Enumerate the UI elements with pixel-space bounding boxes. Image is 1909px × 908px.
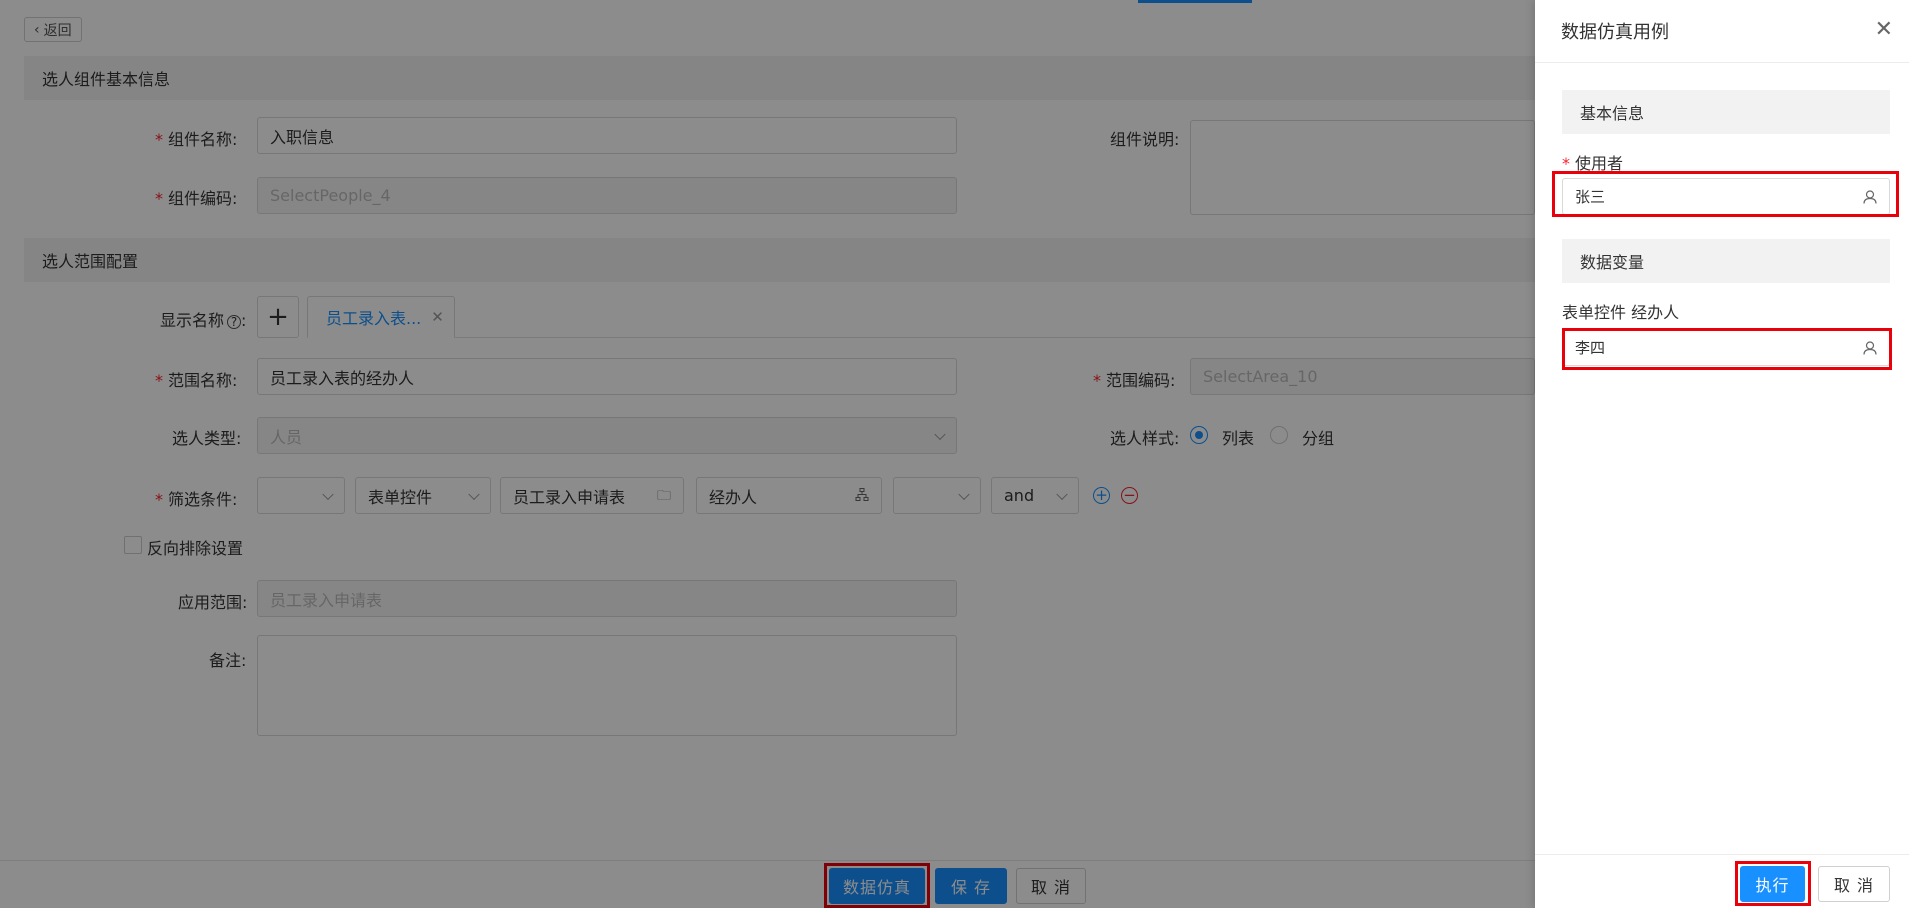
variable-input-highlight — [1562, 328, 1892, 370]
close-icon[interactable]: ✕ — [1875, 19, 1893, 41]
simulation-drawer: 数据仿真用例 ✕ 基本信息 使用者 张三 数据变量 表单控件 经办人 李四 执行… — [1535, 0, 1909, 908]
user-input-highlight — [1552, 171, 1899, 217]
execute-button-highlight — [1735, 861, 1811, 906]
drawer-section-basic: 基本信息 — [1562, 90, 1890, 134]
drawer-cancel-button[interactable]: 取 消 — [1818, 866, 1890, 902]
drawer-title: 数据仿真用例 — [1535, 0, 1909, 63]
modal-mask[interactable] — [0, 0, 1535, 908]
drawer-section-variables: 数据变量 — [1562, 239, 1890, 283]
variable-label: 表单控件 经办人 — [1562, 303, 1680, 322]
